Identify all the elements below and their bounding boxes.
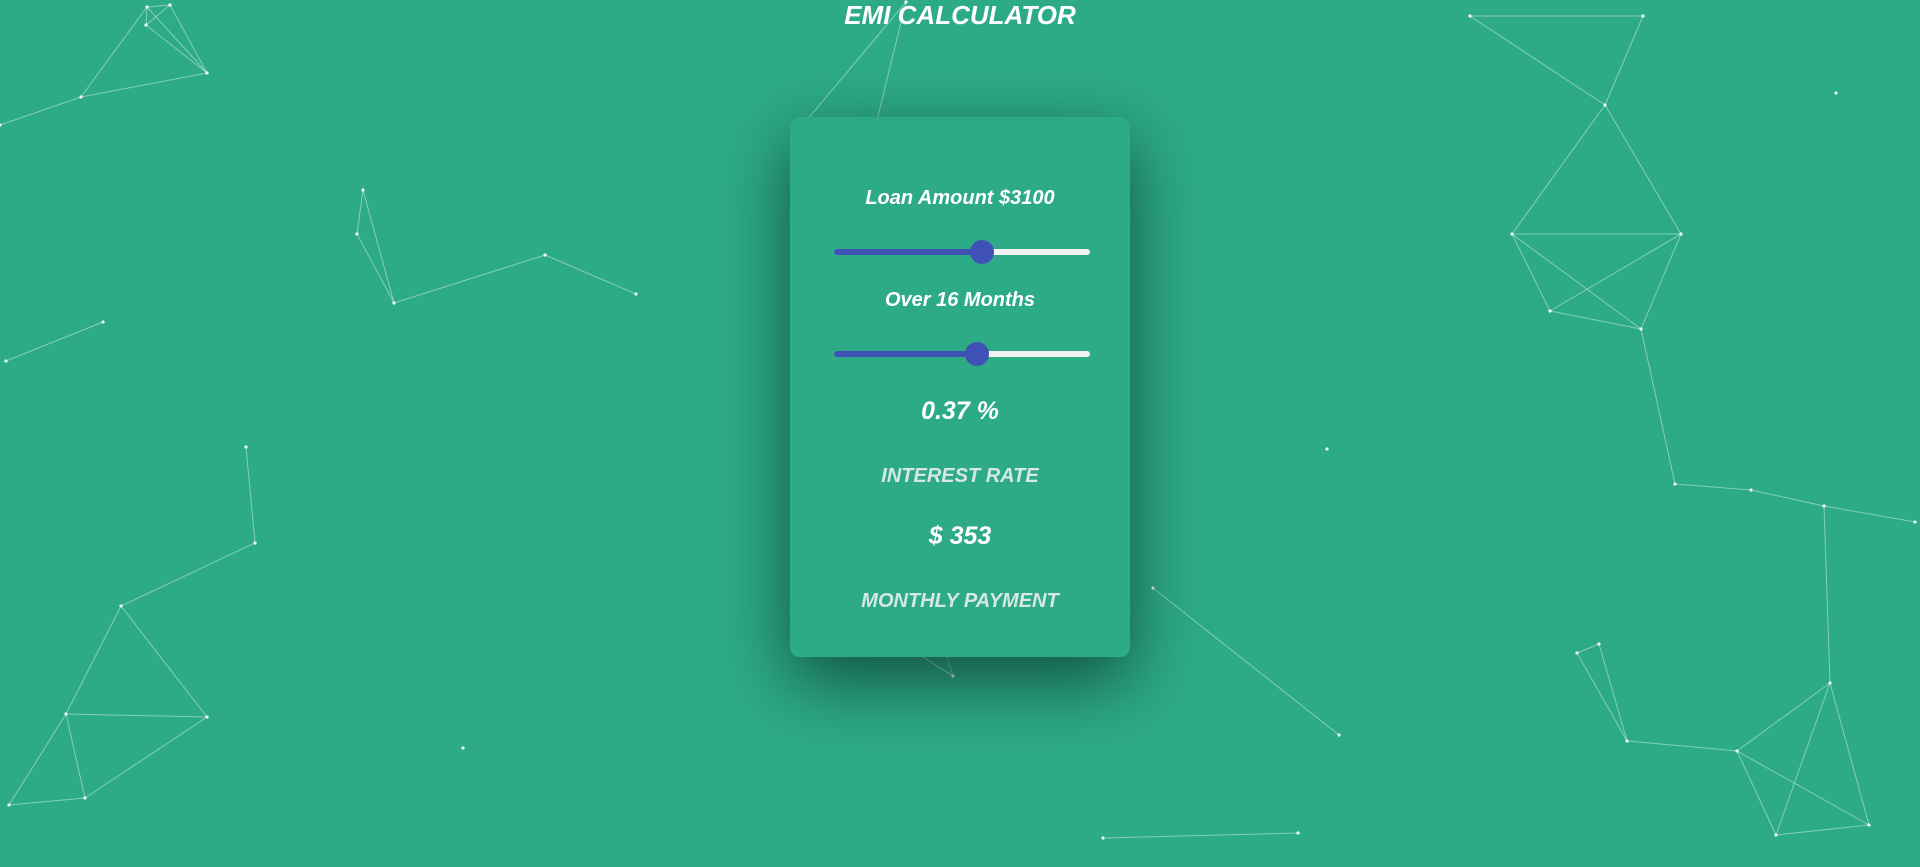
network-node <box>361 188 365 192</box>
loan-amount-slider[interactable] <box>834 240 1090 264</box>
network-link <box>245 446 256 544</box>
network-link <box>393 254 546 304</box>
network-link <box>120 605 208 718</box>
network-link <box>65 713 208 718</box>
network-node <box>1774 833 1778 837</box>
network-node <box>1867 823 1871 827</box>
network-link <box>145 24 208 74</box>
network-node <box>1625 739 1629 743</box>
network-link <box>1511 233 1551 312</box>
network-node <box>79 95 83 99</box>
network-node <box>1679 232 1683 236</box>
network-node <box>1749 488 1753 492</box>
page-title: EMI CALCULATOR <box>844 0 1076 30</box>
network-link <box>65 713 86 799</box>
network-node <box>64 712 68 716</box>
network-link <box>8 797 86 806</box>
loan-amount-slider-fill <box>834 249 983 255</box>
network-link <box>1823 505 1831 684</box>
network-link <box>1511 104 1606 235</box>
network-link <box>1576 652 1628 742</box>
loan-term-slider[interactable] <box>834 342 1090 366</box>
network-link <box>1604 104 1682 235</box>
network-link <box>1640 233 1682 330</box>
network-link <box>1598 643 1628 742</box>
interest-rate-value: 0.37 % <box>921 397 999 425</box>
network-node <box>205 71 209 75</box>
network-node <box>119 604 123 608</box>
network-link <box>1829 682 1870 826</box>
network-link <box>1102 832 1299 839</box>
network-link <box>65 605 122 715</box>
network-link <box>0 96 82 126</box>
interest-rate-caption: INTEREST RATE <box>881 465 1039 487</box>
network-link <box>80 72 208 98</box>
network-node <box>1101 836 1105 840</box>
network-link <box>1640 328 1676 485</box>
network-node <box>101 320 105 324</box>
network-link <box>1750 489 1825 507</box>
network-node <box>1913 520 1917 524</box>
loan-term-slider-thumb[interactable] <box>965 342 990 366</box>
network-link <box>1576 643 1600 654</box>
loan-amount-slider-thumb[interactable] <box>970 240 995 264</box>
network-link <box>1152 587 1340 736</box>
network-link <box>1549 310 1642 330</box>
network-node <box>1296 831 1300 835</box>
network-link <box>1736 750 1870 826</box>
network-node <box>4 359 8 363</box>
loan-term-label: Over 16 Months <box>884 289 1036 311</box>
network-node <box>0 123 2 127</box>
network-link <box>1736 750 1777 836</box>
network-node <box>1834 91 1838 95</box>
network-link <box>362 189 395 304</box>
network-node <box>83 796 87 800</box>
network-link <box>1549 233 1682 312</box>
loan-amount-label: Loan Amount $3100 <box>865 187 1055 209</box>
monthly-payment-caption: MONTHLY PAYMENT <box>861 590 1059 612</box>
network-node <box>1575 651 1579 655</box>
network-node <box>1828 681 1832 685</box>
loan-term-slider-fill <box>834 351 978 357</box>
network-link <box>544 254 637 295</box>
network-link <box>1823 505 1916 523</box>
network-node <box>392 301 396 305</box>
network-link <box>1674 483 1752 491</box>
network-node <box>1603 103 1607 107</box>
network-node <box>1673 482 1677 486</box>
monthly-payment-value: $ 353 <box>928 522 992 550</box>
network-node <box>1510 232 1514 236</box>
network-node <box>253 541 257 545</box>
network-node <box>244 445 248 449</box>
network-node <box>1735 749 1739 753</box>
network-node <box>1337 733 1341 737</box>
network-node <box>355 232 359 236</box>
network-node <box>7 803 11 807</box>
network-link <box>1775 682 1831 836</box>
network-node <box>1822 504 1826 508</box>
network-link <box>356 189 364 235</box>
network-node <box>205 715 209 719</box>
network-node <box>1151 586 1155 590</box>
network-node <box>634 292 638 296</box>
network-link <box>356 233 395 304</box>
network-link <box>1626 740 1738 752</box>
network-link <box>1736 682 1831 752</box>
network-node <box>543 253 547 257</box>
network-node <box>1597 642 1601 646</box>
network-node <box>1325 447 1329 451</box>
network-link <box>1511 233 1642 330</box>
network-link <box>84 716 208 799</box>
app-stage: EMI CALCULATOR Loan Amount $3100 Over 16… <box>0 0 1920 867</box>
network-link <box>5 321 104 362</box>
network-link <box>8 713 67 806</box>
network-node <box>1639 327 1643 331</box>
network-link <box>1775 824 1870 836</box>
network-node <box>951 674 955 678</box>
network-link <box>120 542 256 607</box>
network-node <box>461 746 465 750</box>
network-node <box>1548 309 1552 313</box>
calculator-card-content: Loan Amount $3100 Over 16 Months 0.37 % … <box>790 117 1130 657</box>
